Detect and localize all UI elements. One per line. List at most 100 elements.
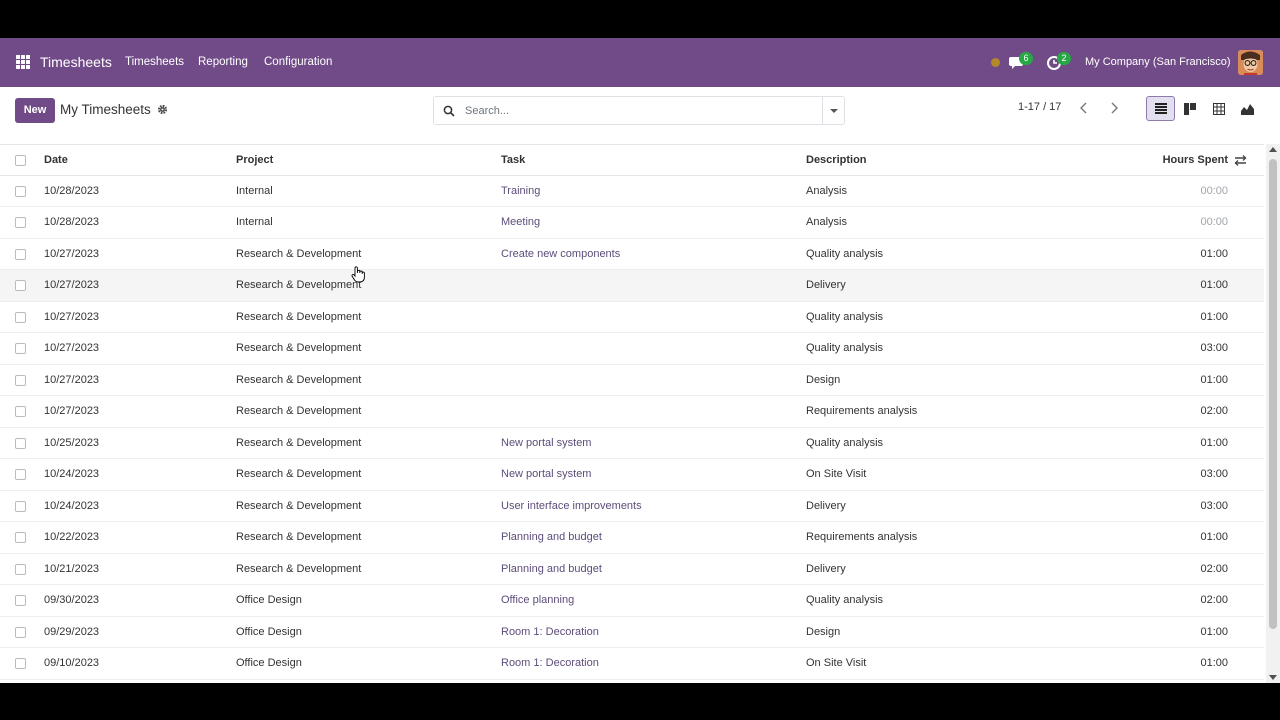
app-brand[interactable]: Timesheets xyxy=(40,54,112,70)
cell-hours-spent: 03:00 xyxy=(1200,342,1228,354)
cell-date: 09/30/2023 xyxy=(44,594,100,606)
company-switcher[interactable]: My Company (San Francisco) xyxy=(1085,56,1231,68)
row-checkbox[interactable] xyxy=(15,406,26,417)
menu-timesheets[interactable]: Timesheets xyxy=(125,56,184,68)
column-header-project[interactable]: Project xyxy=(236,145,273,176)
kanban-view-icon[interactable] xyxy=(1175,96,1204,121)
cell-hours-spent: 02:00 xyxy=(1200,405,1228,417)
row-checkbox[interactable] xyxy=(15,563,26,575)
row-checkbox[interactable] xyxy=(15,658,26,669)
cell-project: Research & Development xyxy=(236,562,362,575)
cell-task-link[interactable]: Planning and budget xyxy=(501,554,602,585)
cell-project: Research & Development xyxy=(236,342,362,354)
cell-project: Research & Development xyxy=(236,531,362,543)
cell-task-link[interactable]: Planning and budget xyxy=(501,522,602,553)
column-header-task[interactable]: Task xyxy=(501,145,525,176)
table-row[interactable]: 10/27/2023 Research & Development Design 01… xyxy=(0,365,1264,396)
row-checkbox[interactable] xyxy=(15,437,26,449)
column-header-date[interactable]: Date xyxy=(44,145,68,176)
cell-date: 10/28/2023 xyxy=(44,184,100,197)
select-all-checkbox[interactable] xyxy=(15,155,26,166)
row-checkbox[interactable] xyxy=(15,185,26,197)
table-row[interactable]: 09/29/2023 Office Design Room 1: Decoratio… xyxy=(0,617,1264,648)
table-row[interactable]: 10/27/2023 Research & Development Quality … xyxy=(0,333,1264,365)
cell-task-link[interactable]: Training xyxy=(501,176,540,207)
gear-icon[interactable] xyxy=(157,104,168,115)
table-row[interactable]: 10/28/2023 Internal Meeting Analysis 00:00 xyxy=(0,207,1264,239)
scroll-up-arrow-icon[interactable] xyxy=(1269,147,1277,152)
table-row[interactable]: 10/27/2023 Research & Development Delivery… xyxy=(0,270,1264,302)
column-header-hours[interactable]: Hours Spent xyxy=(1163,145,1228,176)
search-options-toggle[interactable] xyxy=(822,97,844,124)
row-checkbox[interactable] xyxy=(15,626,26,638)
table-row[interactable]: 09/10/2023 Office Design Room 1: Decoratio… xyxy=(0,648,1264,680)
cell-hours-spent: 01:00 xyxy=(1200,373,1228,386)
breadcrumb-title: My Timesheets xyxy=(60,102,151,117)
column-header-description[interactable]: Description xyxy=(806,145,867,176)
scroll-down-arrow-icon[interactable] xyxy=(1269,675,1277,680)
table-row[interactable]: 10/25/2023 Research & Development New port… xyxy=(0,428,1264,459)
pager-value[interactable]: 1-17 / 17 xyxy=(1018,101,1061,113)
cell-project: Research & Development xyxy=(236,373,362,386)
table-row[interactable]: 10/24/2023 Research & Development New port… xyxy=(0,459,1264,491)
row-checkbox[interactable] xyxy=(15,217,26,228)
cell-project: Research & Development xyxy=(236,468,362,480)
cell-task-link[interactable]: New portal system xyxy=(501,459,591,490)
row-checkbox[interactable] xyxy=(15,595,26,606)
row-checkbox[interactable] xyxy=(15,248,26,260)
table-row[interactable]: 10/27/2023 Research & Development Create n… xyxy=(0,239,1264,270)
search-input[interactable] xyxy=(465,103,815,119)
table-row[interactable]: 10/28/2023 Internal Training Analysis 00:00 xyxy=(0,176,1264,207)
cell-hours-spent: 01:00 xyxy=(1200,531,1228,543)
table-row[interactable]: 10/24/2023 Research & Development User int… xyxy=(0,491,1264,522)
apps-grid-icon[interactable] xyxy=(16,55,30,69)
cell-project: Research & Development xyxy=(236,436,362,449)
cell-description: On Site Visit xyxy=(806,468,867,480)
cell-task-link[interactable]: User interface improvements xyxy=(501,491,642,522)
list-view-icon[interactable] xyxy=(1146,96,1175,121)
new-button[interactable]: New xyxy=(15,98,55,123)
cell-task-link[interactable]: Room 1: Decoration xyxy=(501,648,599,679)
table-row[interactable]: 10/27/2023 Research & Development Requirem… xyxy=(0,396,1264,428)
pager-next-icon[interactable] xyxy=(1100,97,1128,119)
pivot-view-icon[interactable] xyxy=(1204,96,1233,121)
table-row[interactable]: 10/22/2023 Research & Development Planning… xyxy=(0,522,1264,554)
row-checkbox[interactable] xyxy=(15,500,26,512)
cell-hours-spent: 02:00 xyxy=(1200,562,1228,575)
cell-description: Analysis xyxy=(806,184,847,197)
cell-hours-spent: 00:00 xyxy=(1200,216,1228,228)
user-avatar[interactable] xyxy=(1238,50,1263,75)
hand-pointer-cursor-icon xyxy=(351,266,365,283)
cell-task-link[interactable]: Create new components xyxy=(501,239,620,270)
cell-hours-spent: 03:00 xyxy=(1200,499,1228,512)
cell-task-link[interactable]: Office planning xyxy=(501,585,574,616)
cell-hours-spent: 01:00 xyxy=(1200,436,1228,449)
row-checkbox[interactable] xyxy=(15,532,26,543)
row-checkbox[interactable] xyxy=(15,343,26,354)
cell-project: Office Design xyxy=(236,657,302,669)
cell-date: 10/27/2023 xyxy=(44,405,100,417)
scrollbar-thumb[interactable] xyxy=(1269,159,1277,629)
menu-reporting[interactable]: Reporting xyxy=(198,56,248,68)
menu-configuration[interactable]: Configuration xyxy=(264,56,332,68)
table-row[interactable]: 10/27/2023 Research & Development Quality … xyxy=(0,302,1264,333)
messages-count-badge: 6 xyxy=(1019,52,1033,65)
table-header-row: Date Project Task Description Hours Spen… xyxy=(0,144,1264,176)
search-bar[interactable] xyxy=(433,96,845,125)
navbar: Timesheets Timesheets Reporting Configur… xyxy=(0,38,1280,87)
row-checkbox[interactable] xyxy=(15,311,26,323)
cell-task-link[interactable]: Room 1: Decoration xyxy=(501,617,599,648)
row-checkbox[interactable] xyxy=(15,280,26,291)
table-row[interactable]: 09/30/2023 Office Design Office planning Qu… xyxy=(0,585,1264,617)
graph-view-icon[interactable] xyxy=(1233,96,1262,121)
row-checkbox[interactable] xyxy=(15,374,26,386)
vertical-scrollbar[interactable] xyxy=(1266,144,1280,683)
table-row[interactable]: 10/21/2023 Research & Development Planning… xyxy=(0,554,1264,585)
row-checkbox[interactable] xyxy=(15,469,26,480)
pager-previous-icon[interactable] xyxy=(1070,97,1098,119)
cell-description: Design xyxy=(806,373,841,386)
cell-task-link[interactable]: Meeting xyxy=(501,207,540,238)
cell-task-link[interactable]: New portal system xyxy=(501,428,591,459)
optional-columns-sliders-icon[interactable] xyxy=(1234,154,1247,167)
cell-description: On Site Visit xyxy=(806,657,867,669)
